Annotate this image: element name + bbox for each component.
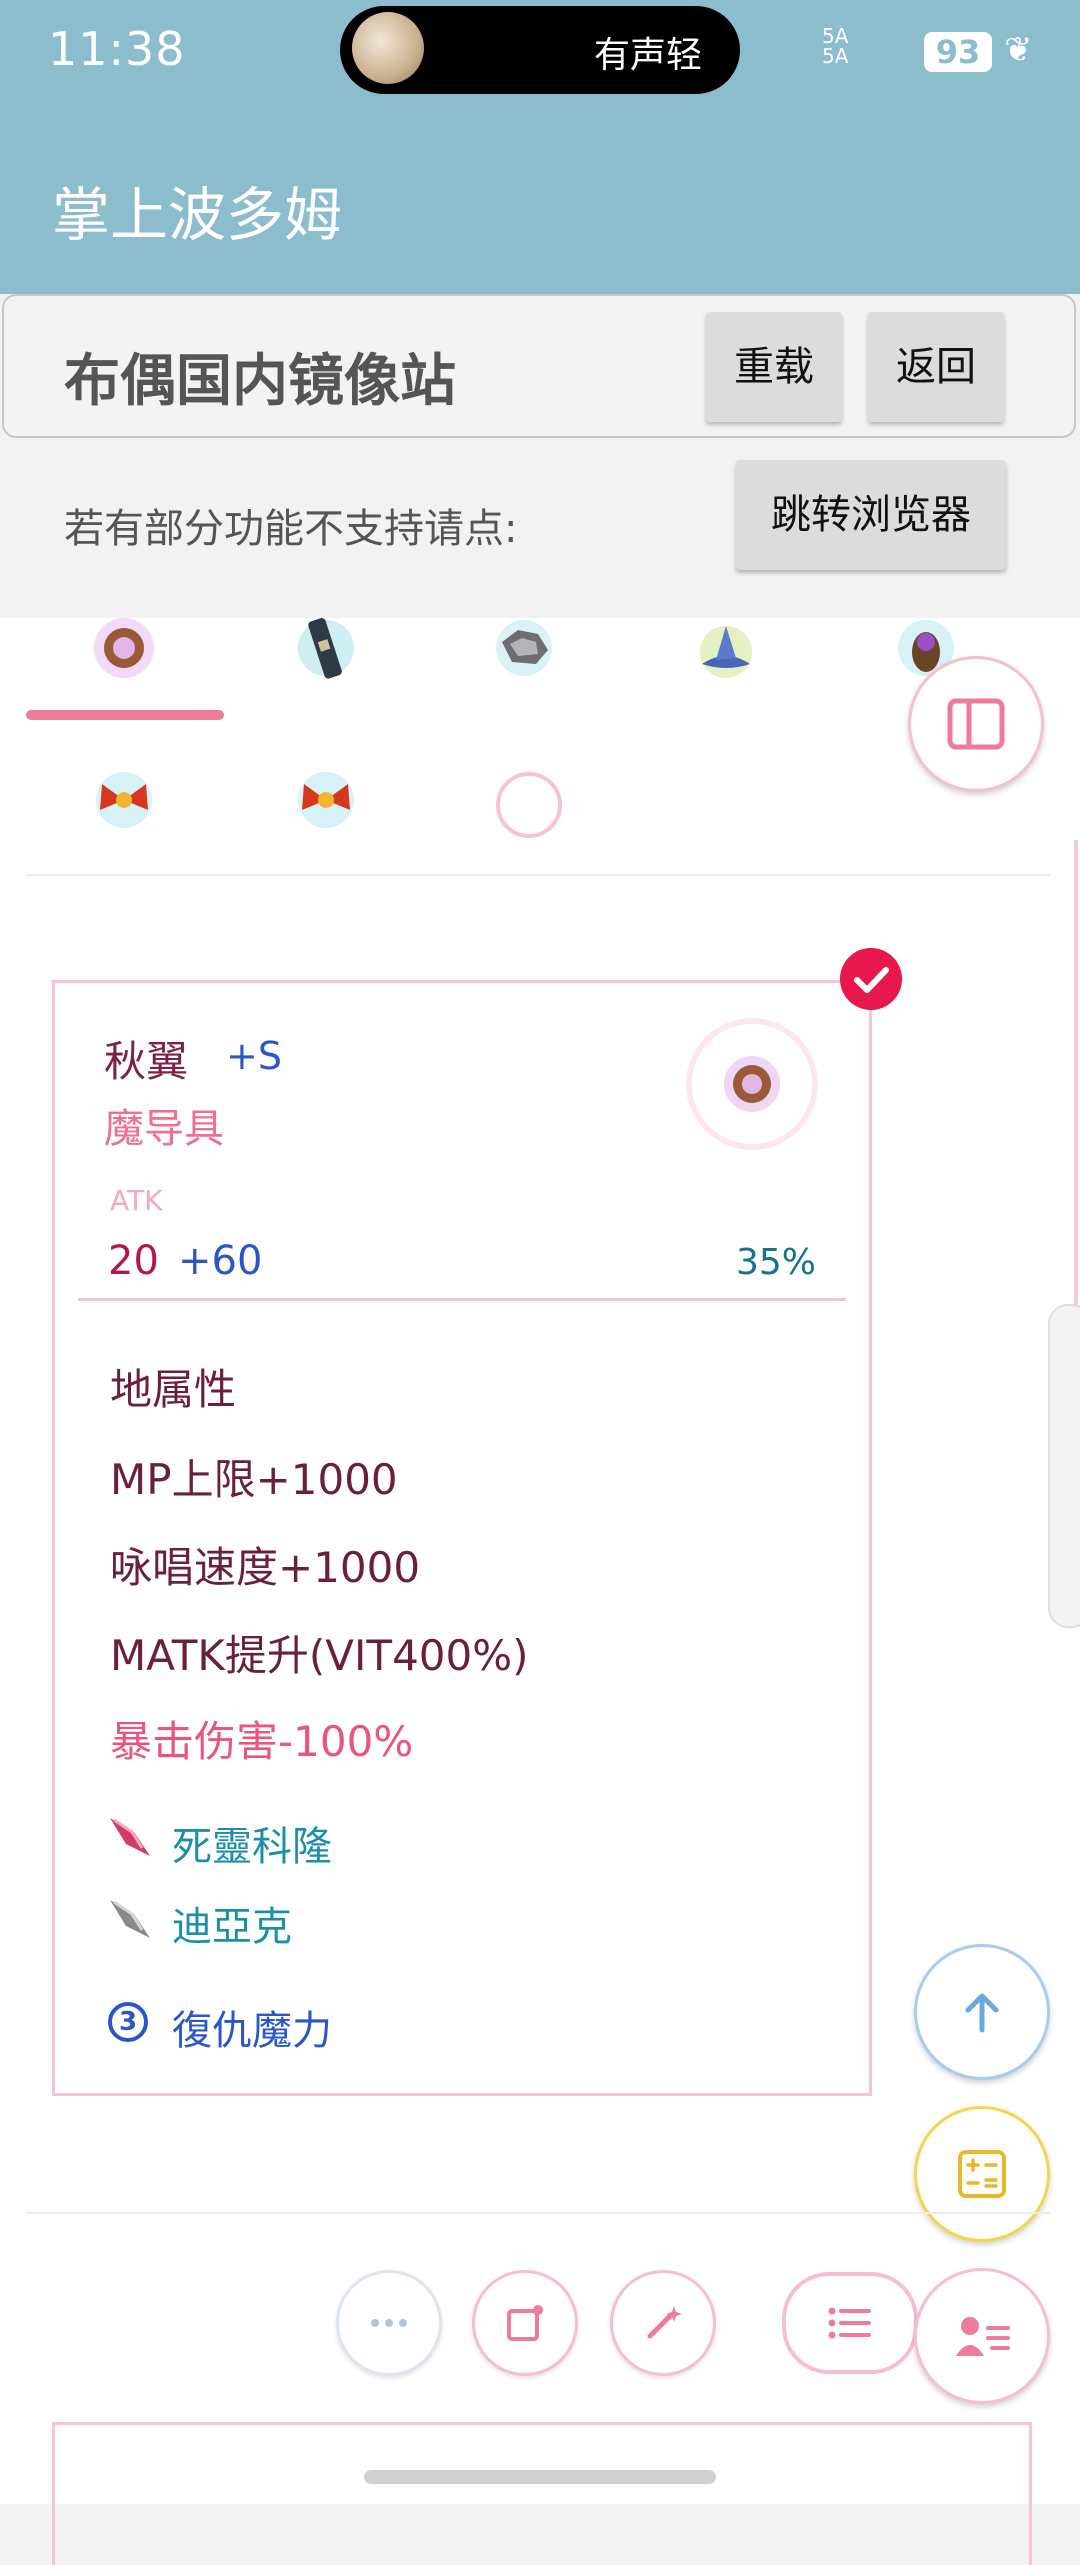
open-browser-button[interactable]: 跳转浏览器 [736, 460, 1006, 570]
stat-line: 地属性 [110, 1365, 237, 1414]
selected-check-icon [840, 948, 902, 1010]
card-slot-1[interactable]: 死靈科隆 [172, 1814, 332, 1872]
divider [26, 874, 1050, 876]
slot-weapon-ring-icon[interactable] [88, 612, 160, 684]
item-refine: +S [226, 1034, 282, 1078]
item-name: 秋翼 [104, 1037, 189, 1086]
mirror-title: 布偶国内镜像站 [64, 349, 456, 414]
stat-line: 咏唱速度+1000 [110, 1543, 421, 1592]
scroll-top-button[interactable] [914, 1944, 1050, 2080]
magic-pen-icon [647, 2306, 682, 2339]
leaf-icon: ❦ [1004, 30, 1033, 70]
atk-bonus: +60 [178, 1238, 263, 1284]
atk-label: ATK [110, 1184, 163, 1217]
list-icon [828, 2307, 871, 2339]
sidebar-toggle-button[interactable] [908, 656, 1044, 792]
window-icon [507, 2305, 543, 2341]
more-button[interactable] [336, 2270, 442, 2376]
media-thumbnail [352, 12, 424, 84]
island-text: 有声轻 [594, 35, 703, 76]
browser-hint: 若有部分功能不支持请点: [64, 506, 518, 552]
atk-divider [78, 1298, 846, 1301]
card-grey-icon [110, 1900, 150, 1938]
status-time: 11:38 [48, 22, 186, 76]
stat-line: MATK提升(VIT400%) [110, 1631, 529, 1680]
calculator-icon [958, 2150, 1006, 2198]
stat-line: MP上限+1000 [110, 1455, 398, 1504]
edit-button[interactable] [610, 2270, 716, 2376]
user-list-icon [956, 2317, 1010, 2356]
atk-percent: 35% [736, 1242, 817, 1283]
slot-armor-icon[interactable] [290, 612, 362, 684]
home-indicator[interactable] [364, 2470, 716, 2484]
slot-bow-costume-icon-2[interactable] [290, 764, 362, 836]
active-slot-indicator [26, 710, 224, 720]
item-type: 魔导具 [104, 1106, 224, 1152]
enchant-name[interactable]: 復仇魔力 [172, 1998, 332, 2056]
reload-button[interactable]: 重载 [706, 312, 842, 422]
export-button[interactable] [472, 2270, 578, 2376]
character-button[interactable] [914, 2268, 1050, 2404]
sidebar-icon [947, 698, 1005, 750]
slot-bow-costume-icon[interactable] [88, 764, 160, 836]
calculator-button[interactable] [914, 2106, 1050, 2242]
stat-line-negative: 暴击伤害-100% [110, 1717, 414, 1766]
empty-slot[interactable] [496, 772, 562, 838]
divider [26, 2212, 1050, 2214]
more-icon [371, 2319, 407, 2327]
scrollbar-handle[interactable] [1048, 1304, 1080, 1628]
list-view-button[interactable] [782, 2272, 918, 2374]
back-button[interactable]: 返回 [868, 312, 1004, 422]
item-ring-icon [724, 1056, 780, 1112]
enchant-count-badge: 3 [108, 2002, 148, 2042]
next-card [52, 2422, 1032, 2565]
signal-icon: 5A 5A [822, 24, 849, 68]
card-red-icon [110, 1818, 150, 1856]
card-slot-2[interactable]: 迪亞克 [172, 1894, 292, 1952]
atk-base: 20 [108, 1238, 159, 1284]
arrow-up-icon [965, 1993, 999, 2033]
app-title: 掌上波多姆 [52, 181, 343, 249]
slot-hat-icon[interactable] [690, 612, 762, 684]
battery-indicator: 93 [924, 32, 992, 72]
slot-gauntlet-icon[interactable] [488, 612, 560, 684]
